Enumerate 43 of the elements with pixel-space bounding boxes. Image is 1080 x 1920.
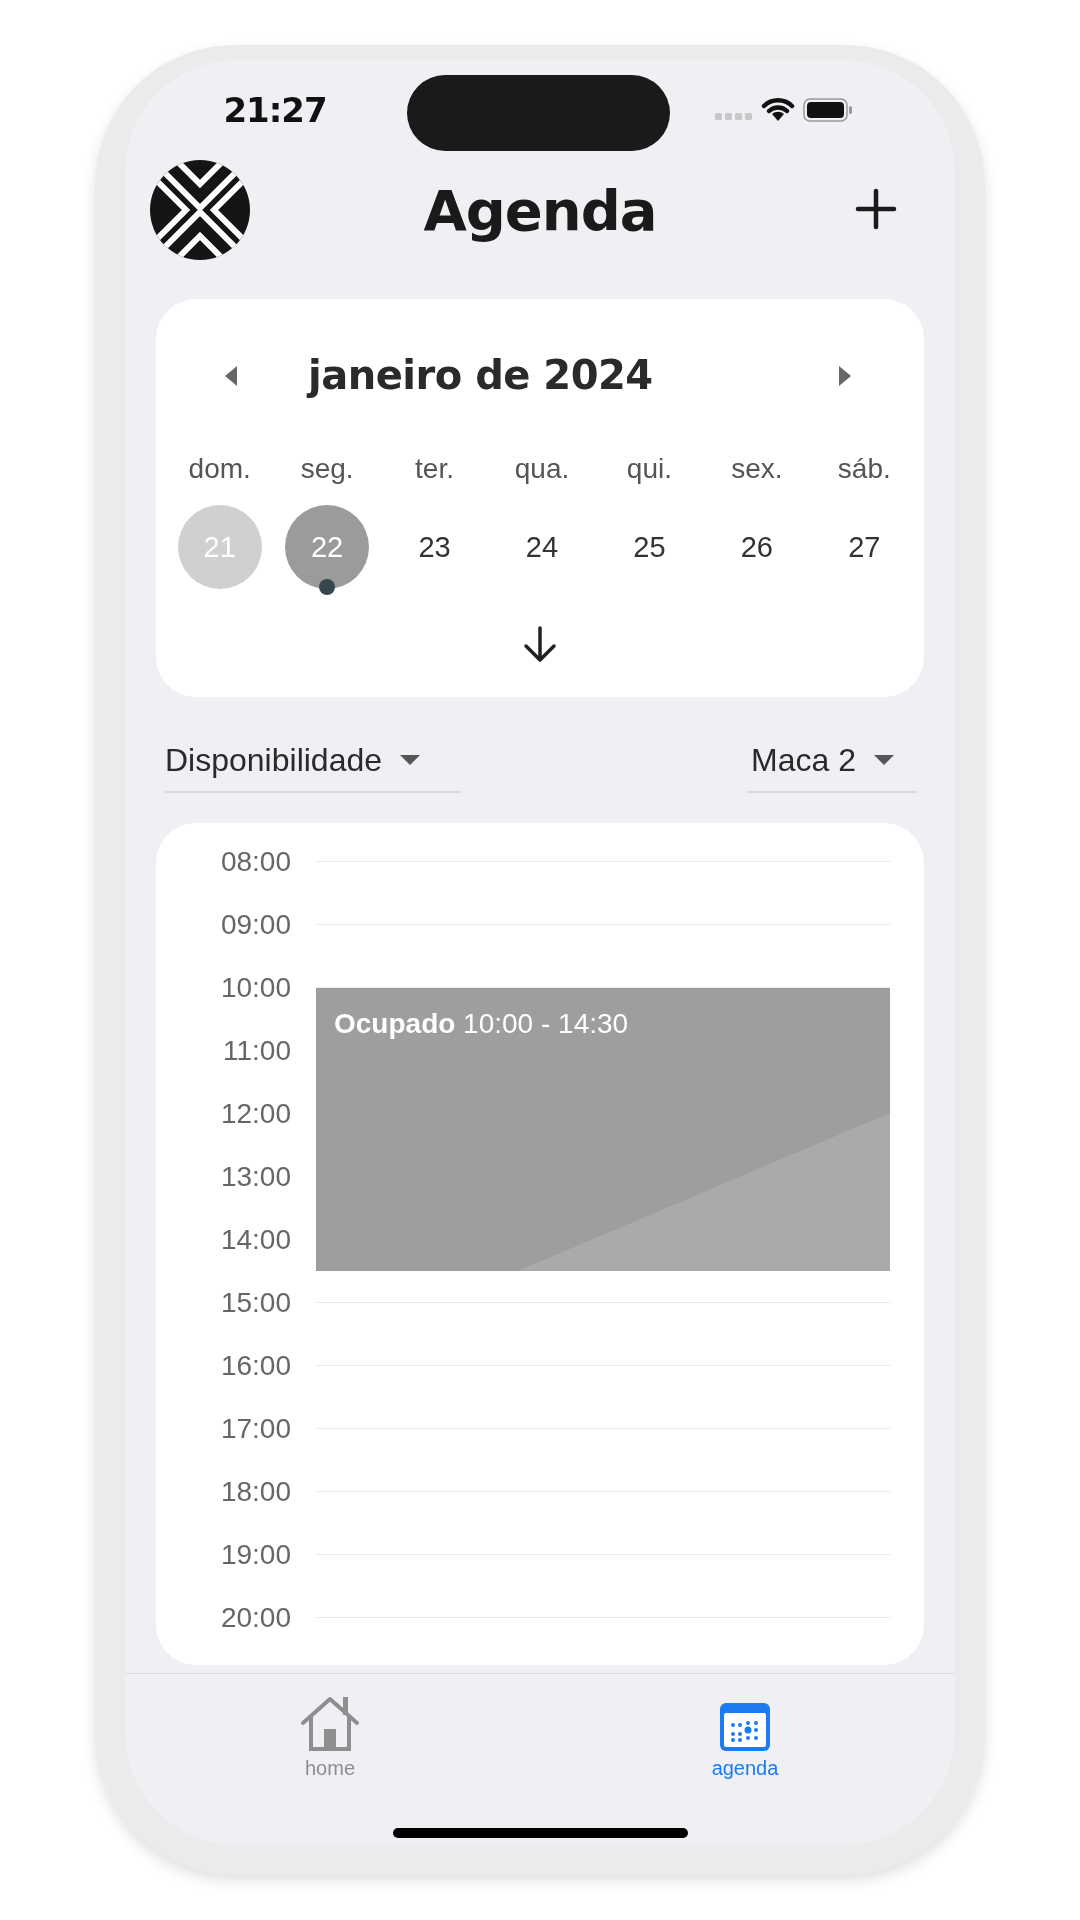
caret-icon [400,754,421,766]
weekday-label: qui. [626,452,672,486]
hour-label: 12:00 [219,1097,291,1130]
weekday-label: qua. [514,452,570,486]
logo-icon [150,160,250,260]
event-label: Ocupado 10:00 - 14:30 [334,1007,630,1040]
home-icon [298,1695,362,1753]
caret-icon [873,754,894,766]
hour-label: 11:00 [222,1034,291,1067]
hour-label: 19:00 [219,1538,291,1571]
month-title: janeiro de 2024 [308,352,653,398]
calendar-icon [718,1701,772,1753]
battery-icon [803,98,853,122]
add-icon[interactable] [855,188,897,230]
day-cell[interactable]: 24 [500,505,584,589]
hour-label: 17:00 [219,1412,291,1445]
day-cell[interactable]: 25 [607,505,692,589]
hour-label: 08:00 [219,845,291,878]
weekday-label: ter. [415,452,454,486]
hour-label: 15:00 [219,1286,291,1319]
hour-label: 09:00 [219,908,291,941]
hour-label: 14:00 [219,1223,291,1256]
hour-label: 18:00 [219,1475,291,1508]
tab-item[interactable]: agenda [685,1684,805,1780]
day-cell[interactable]: 26 [714,505,799,589]
weekday-label: sáb. [837,452,891,486]
weekday-label: sex. [731,452,783,486]
signal-icon [715,112,755,122]
day-cell[interactable]: 27 [822,505,907,589]
weekday-label: dom. [188,452,251,486]
next-month-icon[interactable] [838,365,852,387]
weekday-label: seg. [300,452,354,486]
dropdown[interactable]: Disponibilidade [165,729,461,793]
hour-label: 16:00 [219,1349,291,1382]
day-cell[interactable]: 23 [392,505,477,589]
hour-label: 20:00 [219,1601,291,1634]
previous-month-icon[interactable] [224,365,238,387]
expand-arrow-icon[interactable] [522,625,558,663]
hour-label: 13:00 [219,1160,291,1193]
page-title: Agenda [423,177,657,243]
status-time: 21:27 [222,90,328,130]
dropdown[interactable]: Maca 2 [747,729,917,793]
hour-label: 10:00 [219,971,291,1004]
